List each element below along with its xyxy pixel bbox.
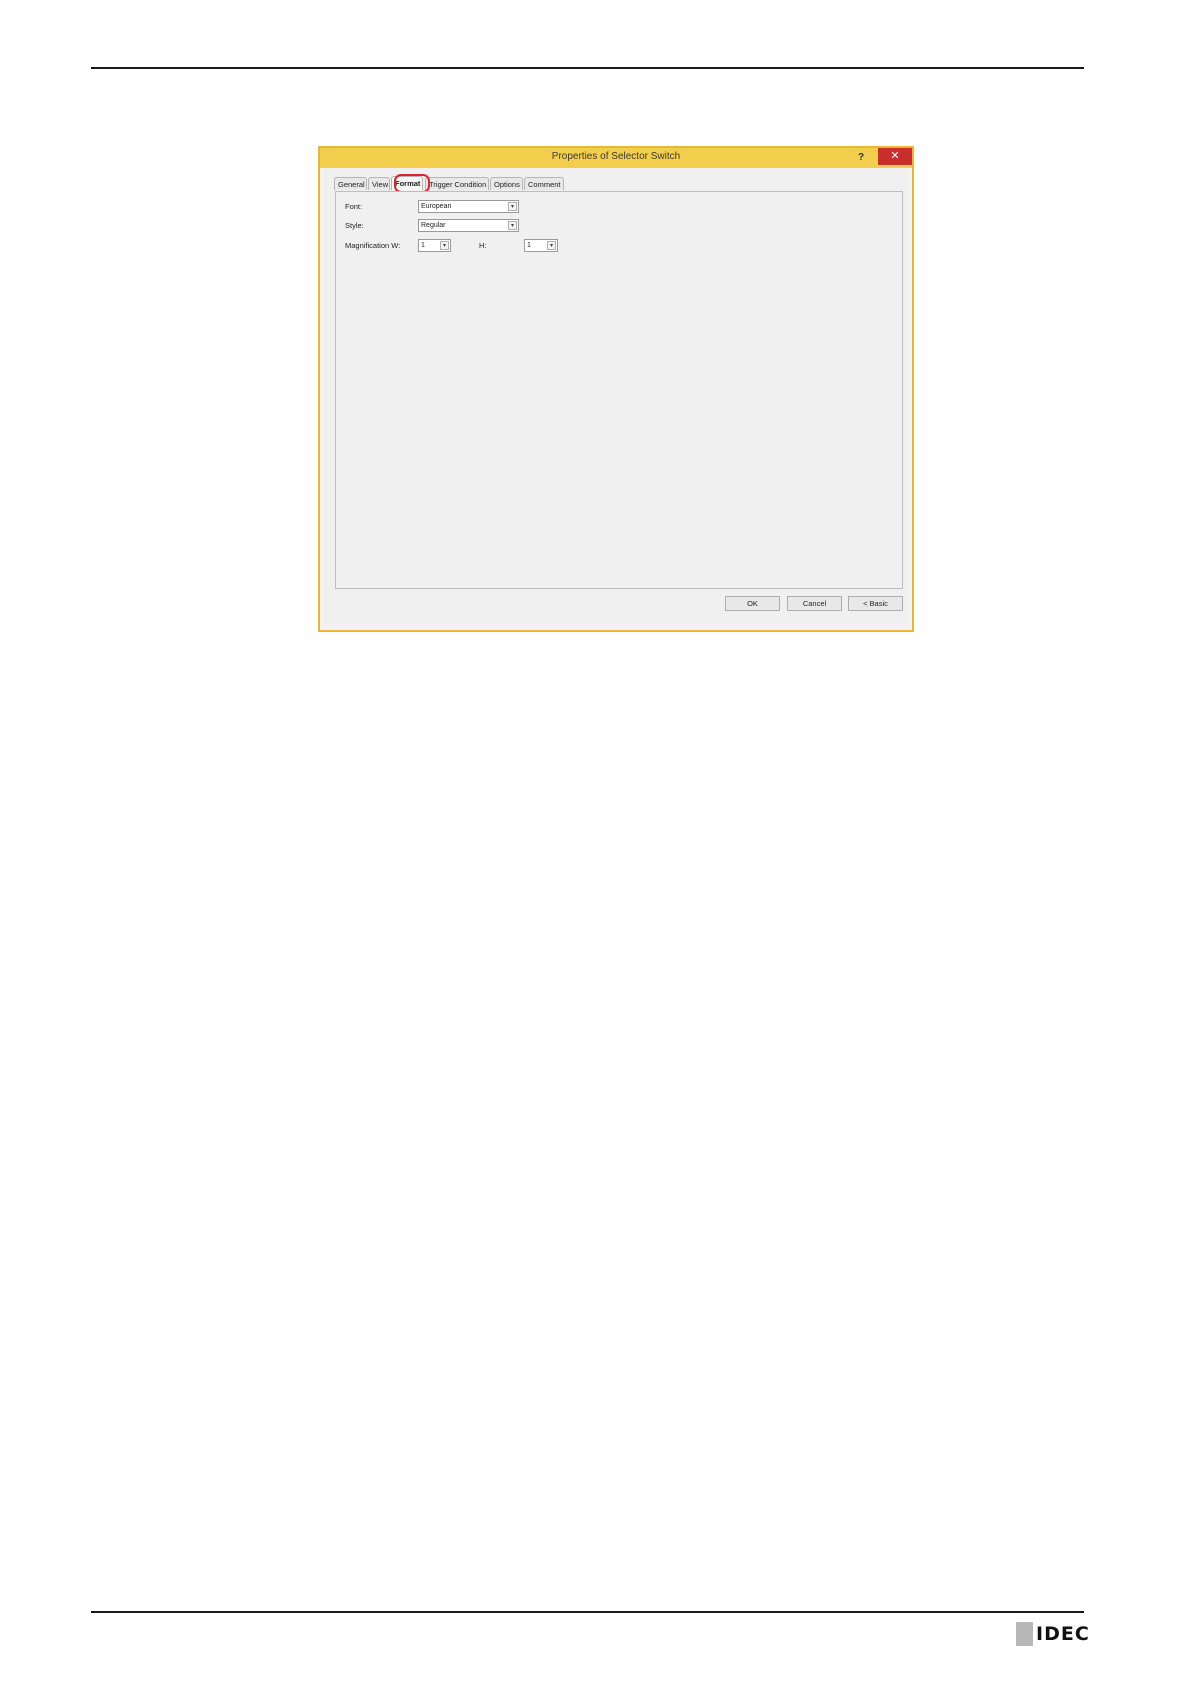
help-button[interactable]: ? <box>854 150 868 165</box>
chevron-down-icon[interactable]: ▾ <box>508 221 517 230</box>
style-value: Regular <box>421 222 446 229</box>
chevron-down-icon[interactable]: ▾ <box>508 202 517 211</box>
tab-view[interactable]: View <box>368 177 390 190</box>
tab-comment[interactable]: Comment <box>524 177 564 190</box>
ok-button[interactable]: OK <box>725 596 780 611</box>
properties-dialog: Properties of Selector Switch ? ✕ Genera… <box>318 146 914 632</box>
logo-bar <box>1016 1622 1033 1646</box>
font-value: European <box>421 203 452 210</box>
magnification-h-label: H: <box>479 241 487 250</box>
font-label: Font: <box>345 202 363 211</box>
tab-options[interactable]: Options <box>490 177 523 190</box>
style-label: Style: <box>345 221 364 230</box>
magnification-w-select[interactable]: 1 ▾ <box>418 239 451 252</box>
tab-trigger-condition[interactable]: Trigger Condition <box>425 177 489 190</box>
magnification-w-value: 1 <box>421 242 425 249</box>
magnification-h-value: 1 <box>527 242 531 249</box>
close-button[interactable]: ✕ <box>878 148 912 165</box>
chevron-down-icon[interactable]: ▾ <box>547 241 556 250</box>
header-rule <box>91 67 1084 69</box>
font-select[interactable]: European ▾ <box>418 200 519 213</box>
dialog-title: Properties of Selector Switch <box>551 151 681 162</box>
dialog-titlebar[interactable]: Properties of Selector Switch ? ✕ <box>320 148 912 168</box>
idec-logo: IDEC <box>1016 1622 1090 1646</box>
magnification-h-select[interactable]: 1 ▾ <box>524 239 558 252</box>
logo-text: IDEC <box>1036 1623 1090 1645</box>
dialog-body: General View Format Trigger Condition Op… <box>324 168 908 626</box>
style-select[interactable]: Regular ▾ <box>418 219 519 232</box>
cancel-button[interactable]: Cancel <box>787 596 842 611</box>
basic-button[interactable]: < Basic <box>848 596 903 611</box>
magnification-w-label: Magnification W: <box>345 241 401 250</box>
format-panel: Font: European ▾ Style: Regular ▾ Magnif… <box>335 191 903 589</box>
tab-general[interactable]: General <box>334 177 367 190</box>
footer-rule <box>91 1611 1084 1613</box>
tab-format[interactable]: Format <box>391 176 423 190</box>
chevron-down-icon[interactable]: ▾ <box>440 241 449 250</box>
